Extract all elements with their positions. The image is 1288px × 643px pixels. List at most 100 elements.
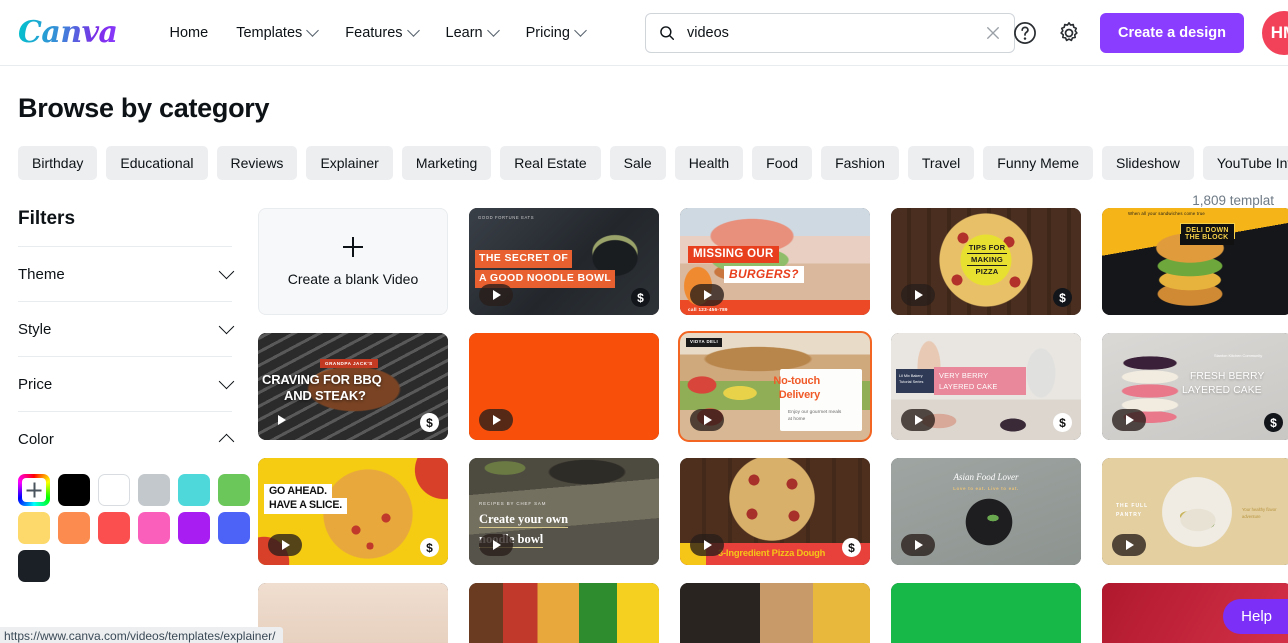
template-card[interactable] bbox=[891, 583, 1081, 643]
color-swatch-black[interactable] bbox=[58, 474, 90, 506]
category-pill-fashion[interactable]: Fashion bbox=[821, 146, 899, 180]
color-swatch-purple[interactable] bbox=[178, 512, 210, 544]
search-bar[interactable] bbox=[645, 13, 1015, 53]
pro-badge-icon: $ bbox=[420, 538, 439, 557]
close-icon[interactable] bbox=[984, 24, 1002, 42]
play-icon[interactable] bbox=[901, 409, 935, 431]
template-card[interactable]: GO AHEAD. HAVE A SLICE. $ bbox=[258, 458, 448, 565]
color-swatch-pink[interactable] bbox=[138, 512, 170, 544]
category-pill-travel[interactable]: Travel bbox=[907, 146, 975, 180]
category-pill-educational[interactable]: Educational bbox=[106, 146, 208, 180]
category-pill-slideshow[interactable]: Slideshow bbox=[1101, 146, 1194, 180]
play-icon[interactable] bbox=[268, 534, 302, 556]
color-swatch-blue[interactable] bbox=[218, 512, 250, 544]
color-swatch-gray[interactable] bbox=[138, 474, 170, 506]
template-card[interactable]: No-touch Delivery Enjoy our gourmet meal… bbox=[678, 331, 872, 442]
nav-item-features[interactable]: Features bbox=[331, 16, 431, 50]
template-grid: Create a blank Video THE SECRET OF A GOO… bbox=[258, 208, 1288, 643]
nav-label: Home bbox=[169, 24, 209, 41]
category-pill-reviews[interactable]: Reviews bbox=[216, 146, 298, 180]
create-blank-video-card[interactable]: Create a blank Video bbox=[258, 208, 448, 315]
card-brand: call 123-456-789 bbox=[688, 306, 728, 312]
category-pill-birthday[interactable]: Birthday bbox=[18, 146, 98, 180]
category-pill-row: Birthday Educational Reviews Explainer M… bbox=[0, 124, 1288, 180]
gear-icon[interactable] bbox=[1056, 20, 1082, 46]
play-icon[interactable] bbox=[690, 409, 724, 431]
template-card[interactable]: 3-Ingredient Pizza Dough $ bbox=[680, 458, 870, 565]
color-swatch-orange[interactable] bbox=[58, 512, 90, 544]
play-icon[interactable] bbox=[479, 409, 513, 431]
color-swatch-custom[interactable] bbox=[18, 474, 50, 506]
template-card[interactable] bbox=[469, 333, 659, 440]
color-swatch-navy[interactable] bbox=[18, 550, 50, 582]
card-brand: GOOD FORTUNE EATS bbox=[478, 215, 535, 220]
template-card[interactable]: TIPS FOR MAKING PIZZA $ bbox=[891, 208, 1081, 315]
card-overlay-line: No-touch bbox=[773, 375, 820, 387]
card-brand: RECIPES BY CHEF SAM bbox=[479, 501, 547, 506]
category-pill-health[interactable]: Health bbox=[674, 146, 744, 180]
color-swatch-white[interactable] bbox=[98, 474, 130, 506]
card-brand: Lil Mix Bakery Tutorial Series bbox=[899, 374, 924, 385]
category-pill-sale[interactable]: Sale bbox=[609, 146, 666, 180]
category-pill-explainer[interactable]: Explainer bbox=[306, 146, 393, 180]
nav-item-home[interactable]: Home bbox=[156, 16, 223, 50]
play-icon[interactable] bbox=[690, 284, 724, 306]
search-input[interactable] bbox=[687, 25, 984, 41]
filter-section-price[interactable]: Price bbox=[18, 356, 235, 411]
pro-badge-icon: $ bbox=[1053, 288, 1072, 307]
card-overlay-line: LAYERED CAKE bbox=[1182, 385, 1262, 396]
color-swatch-yellow[interactable] bbox=[18, 512, 50, 544]
color-swatch-green[interactable] bbox=[218, 474, 250, 506]
template-grid-area: Create a blank Video THE SECRET OF A GOO… bbox=[258, 208, 1288, 643]
template-card[interactable]: Asian Food Lover Love to eat. Live to ea… bbox=[891, 458, 1081, 565]
filter-label: Color bbox=[18, 431, 54, 448]
play-icon[interactable] bbox=[479, 284, 513, 306]
template-card[interactable] bbox=[469, 583, 659, 643]
play-icon[interactable] bbox=[901, 284, 935, 306]
card-overlay-line: PANTRY bbox=[1116, 512, 1142, 518]
play-icon[interactable] bbox=[1112, 534, 1146, 556]
create-blank-video-label: Create a blank Video bbox=[287, 270, 419, 287]
template-card[interactable] bbox=[680, 583, 870, 643]
help-widget-button[interactable]: Help bbox=[1223, 599, 1288, 634]
nav-item-pricing[interactable]: Pricing bbox=[512, 16, 599, 50]
search-icon bbox=[660, 26, 675, 41]
filters-sidebar: Filters Theme Style Price Color bbox=[18, 208, 258, 643]
template-card[interactable]: When all your sandwiches come true DELI … bbox=[1102, 208, 1288, 315]
play-icon[interactable] bbox=[264, 409, 298, 431]
card-brand: VIDYA DELI bbox=[686, 338, 723, 347]
template-card[interactable]: THE SECRET OF A GOOD NOODLE BOWL GOOD FO… bbox=[469, 208, 659, 315]
card-overlay-line: MISSING OUR bbox=[688, 246, 779, 263]
play-icon[interactable] bbox=[901, 534, 935, 556]
site-header: Canva Home Templates Features Learn Pric… bbox=[0, 0, 1288, 66]
filter-section-color[interactable]: Color bbox=[18, 411, 235, 466]
category-pill-funny-meme[interactable]: Funny Meme bbox=[983, 146, 1093, 180]
play-icon[interactable] bbox=[690, 534, 724, 556]
avatar[interactable]: HM bbox=[1262, 11, 1288, 55]
play-icon[interactable] bbox=[1112, 409, 1146, 431]
template-card[interactable] bbox=[258, 583, 448, 643]
category-pill-youtube-intros[interactable]: YouTube Intros bbox=[1202, 146, 1288, 180]
help-circle-icon[interactable] bbox=[1012, 20, 1038, 46]
color-swatch-cyan[interactable] bbox=[178, 474, 210, 506]
filter-section-style[interactable]: Style bbox=[18, 301, 235, 356]
play-icon[interactable] bbox=[479, 534, 513, 556]
canva-logo[interactable]: Canva bbox=[18, 15, 118, 50]
category-pill-food[interactable]: Food bbox=[752, 146, 813, 180]
category-pill-marketing[interactable]: Marketing bbox=[401, 146, 492, 180]
card-overlay-line: CRAVING FOR BBQ bbox=[262, 372, 382, 387]
template-card[interactable]: FRESH BERRY LAYERED CAKE Stanton Kitchen… bbox=[1102, 333, 1288, 440]
template-card[interactable]: VERY BERRY LAYERED CAKE Lil Mix Bakery T… bbox=[891, 333, 1081, 440]
template-card[interactable]: THE FULL PANTRY Your healthy flavor adve… bbox=[1102, 458, 1288, 565]
nav-item-templates[interactable]: Templates bbox=[222, 16, 331, 50]
color-swatch-red[interactable] bbox=[98, 512, 130, 544]
template-card[interactable]: MISSING OUR BURGERS? call 123-456-789 bbox=[680, 208, 870, 315]
template-card[interactable]: RECIPES BY CHEF SAM Create your own nood… bbox=[469, 458, 659, 565]
filter-section-theme[interactable]: Theme bbox=[18, 246, 235, 301]
header-actions: Create a design HM bbox=[1012, 0, 1288, 66]
template-card[interactable]: GRANDPA JACK'S CRAVING FOR BBQ AND STEAK… bbox=[258, 333, 448, 440]
nav-item-learn[interactable]: Learn bbox=[432, 16, 512, 50]
category-pill-real-estate[interactable]: Real Estate bbox=[500, 146, 601, 180]
chevron-down-icon bbox=[306, 24, 320, 37]
create-a-design-button[interactable]: Create a design bbox=[1100, 13, 1244, 53]
